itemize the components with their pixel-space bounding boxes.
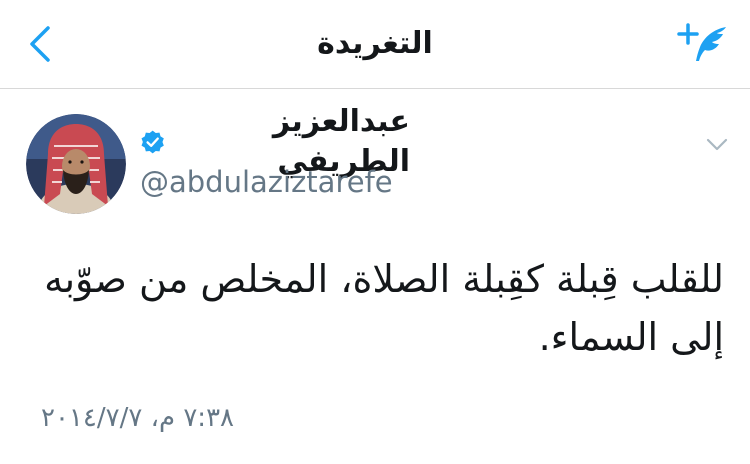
tweet-timestamp: ٧:٣٨ م، ٢٠١٤/٧/٧	[41, 403, 234, 433]
author-handle: @abdulaziztarefe	[140, 165, 393, 199]
navigation-bar: التغريدة	[0, 0, 750, 89]
author-name-row: عبدالعزيز الطريفي	[140, 104, 410, 179]
profile-photo-icon	[26, 114, 126, 214]
avatar[interactable]	[26, 114, 126, 214]
compose-tweet-icon	[677, 23, 726, 61]
tweet-text: للقلب قِبلة كقِبلة الصلاة، المخلص من صوّ…	[44, 257, 724, 359]
page-title: التغريدة	[317, 26, 433, 61]
chevron-down-icon	[706, 138, 728, 151]
tweet-author[interactable]: عبدالعزيز الطريفي @abdulaziztarefe	[140, 104, 410, 202]
tweet-detail-screen: التغريدة عبدالعزيز الطريفي @abdulaziztar…	[0, 0, 750, 464]
compose-tweet-button[interactable]	[674, 18, 734, 68]
tweet-options-button[interactable]	[702, 130, 732, 160]
verified-badge-icon	[141, 130, 164, 154]
